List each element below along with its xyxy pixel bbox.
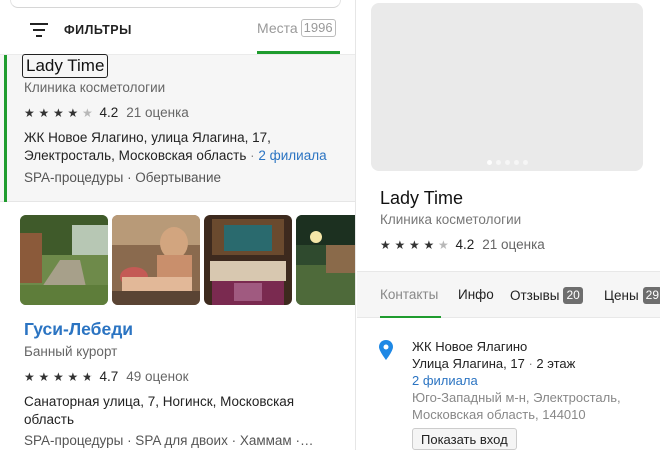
result-category: Банный курорт: [24, 344, 118, 359]
details-tabs: Контакты Инфо Отзывы 20 Цены 29: [357, 271, 660, 318]
photo-thumbnail[interactable]: [204, 215, 292, 305]
tab-label: Инфо: [458, 287, 494, 302]
star-icon: ★: [53, 105, 64, 120]
star-empty-icon: ★: [82, 105, 93, 120]
photo-thumbnail[interactable]: [296, 215, 355, 305]
selected-indicator: [4, 55, 7, 202]
photo-thumbnail[interactable]: [20, 215, 108, 305]
star-icon: ★: [53, 369, 64, 384]
gallery-dot[interactable]: [513, 160, 519, 165]
result-address: ЖК Новое Ялагино, улица Ялагина, 17, Эле…: [24, 129, 350, 165]
filter-bar: ФИЛЬТРЫ Места 1996: [0, 0, 355, 55]
show-entrance-button[interactable]: Показать вход: [412, 428, 517, 450]
result-tags: SPA-процедуры · SPA для двоих · Хаммам ·…: [24, 433, 314, 448]
star-icon: ★: [38, 105, 50, 120]
photo-gallery[interactable]: [371, 3, 643, 171]
gallery-dot[interactable]: [495, 160, 501, 165]
result-title-link[interactable]: Гуси-Лебеди: [24, 319, 133, 340]
details-title: Lady Time: [380, 188, 464, 208]
address-line: Электросталь, Московская область: [24, 148, 247, 163]
star-empty-icon: ★: [438, 237, 449, 252]
active-tab-underline: [380, 316, 441, 318]
address-line: ЖК Новое Ялагино, улица Ялагина, 17,: [24, 130, 271, 145]
star-icon: ★: [67, 105, 79, 120]
search-card-edge: [10, 0, 341, 8]
address-district: Московская область, 144010: [412, 407, 586, 422]
address-street: Улица Ялагина, 17: [412, 356, 525, 371]
places-label: Места: [257, 20, 298, 36]
result-rating: ★ ★ ★ ★ ★ 4.7 49 оценок: [24, 369, 189, 384]
star-half-icon: ★: [82, 370, 97, 384]
star-icon: ★: [24, 105, 35, 120]
rating-value: 4.7: [99, 369, 119, 384]
rating-value: 4.2: [455, 237, 475, 252]
address-complex: ЖК Новое Ялагино: [412, 339, 528, 354]
gallery-dot[interactable]: [522, 160, 528, 165]
tab-reviews[interactable]: Отзывы 20: [510, 287, 583, 304]
tab-label: Цены: [604, 288, 639, 303]
rating-stars: ★ ★ ★ ★ ★: [24, 106, 97, 120]
star-icon: ★: [394, 237, 406, 252]
result-rating: ★ ★ ★ ★ ★ 4.2 21 оценка: [24, 105, 189, 120]
result-address: Санаторная улица, 7, Ногинск, Московская…: [24, 394, 295, 427]
location-pin-icon: [379, 340, 393, 360]
rating-count: 49 оценок: [126, 369, 189, 384]
prices-count-badge: 29: [642, 287, 660, 304]
result-category: Клиника косметологии: [24, 80, 166, 95]
tab-places[interactable]: Места 1996: [257, 18, 336, 54]
filter-lines-icon: [30, 23, 48, 37]
filters-label: ФИЛЬТРЫ: [64, 23, 132, 37]
filters-button[interactable]: ФИЛЬТРЫ: [30, 20, 132, 40]
result-card-gusi-lebedi[interactable]: Гуси-Лебеди Банный курорт ★ ★ ★ ★ ★ 4.7 …: [0, 203, 355, 450]
reviews-count-badge: 20: [563, 287, 583, 304]
tab-info[interactable]: Инфо: [458, 287, 494, 302]
photo-strip[interactable]: [20, 215, 355, 305]
gallery-dot[interactable]: [504, 160, 510, 165]
rating-value: 4.2: [99, 105, 119, 120]
details-panel: Lady Time Клиника косметологии ★ ★ ★ ★ ★…: [357, 0, 660, 450]
details-rating[interactable]: ★ ★ ★ ★ ★ 4.2 21 оценка: [380, 237, 545, 252]
rating-count: 21 оценка: [482, 237, 545, 252]
star-icon: ★: [423, 237, 435, 252]
photo-thumbnail[interactable]: [112, 215, 200, 305]
result-card-lady-time[interactable]: Lady Time Клиника косметологии ★ ★ ★ ★ ★…: [0, 54, 355, 202]
places-count-badge: 1996: [300, 19, 336, 37]
rating-stars: ★ ★ ★ ★ ★: [24, 370, 97, 384]
tab-prices[interactable]: Цены 29: [604, 287, 660, 304]
branches-link[interactable]: 2 филиала: [412, 372, 657, 389]
rating-stars: ★ ★ ★ ★ ★: [380, 238, 453, 252]
rating-count: 21 оценка: [126, 105, 189, 120]
branches-link[interactable]: 2 филиала: [258, 148, 326, 163]
tab-label: Контакты: [380, 287, 439, 302]
details-category: Клиника косметологии: [380, 212, 522, 227]
gallery-dots: [371, 160, 643, 165]
star-icon: ★: [380, 237, 391, 252]
address-floor: 2 этаж: [536, 356, 576, 371]
details-address: ЖК Новое Ялагино Улица Ялагина, 17 · 2 э…: [412, 338, 657, 423]
search-results-panel: ФИЛЬТРЫ Места 1996 Lady Time Клиника кос…: [0, 0, 356, 450]
tab-label: Отзывы: [510, 288, 560, 303]
star-icon: ★: [38, 369, 50, 384]
result-title[interactable]: Lady Time: [22, 54, 109, 78]
gallery-dot[interactable]: [486, 160, 492, 165]
separator: ·: [250, 148, 255, 163]
places-tab-underline: [257, 51, 340, 54]
address-district: Юго-Западный м-н, Электросталь,: [412, 390, 621, 405]
star-icon: ★: [409, 237, 420, 252]
result-tags: SPA-процедуры · Обертывание: [24, 170, 222, 185]
star-icon: ★: [24, 369, 35, 384]
separator: ·: [528, 356, 533, 371]
star-icon: ★: [67, 369, 79, 384]
tab-contacts[interactable]: Контакты: [380, 287, 438, 302]
